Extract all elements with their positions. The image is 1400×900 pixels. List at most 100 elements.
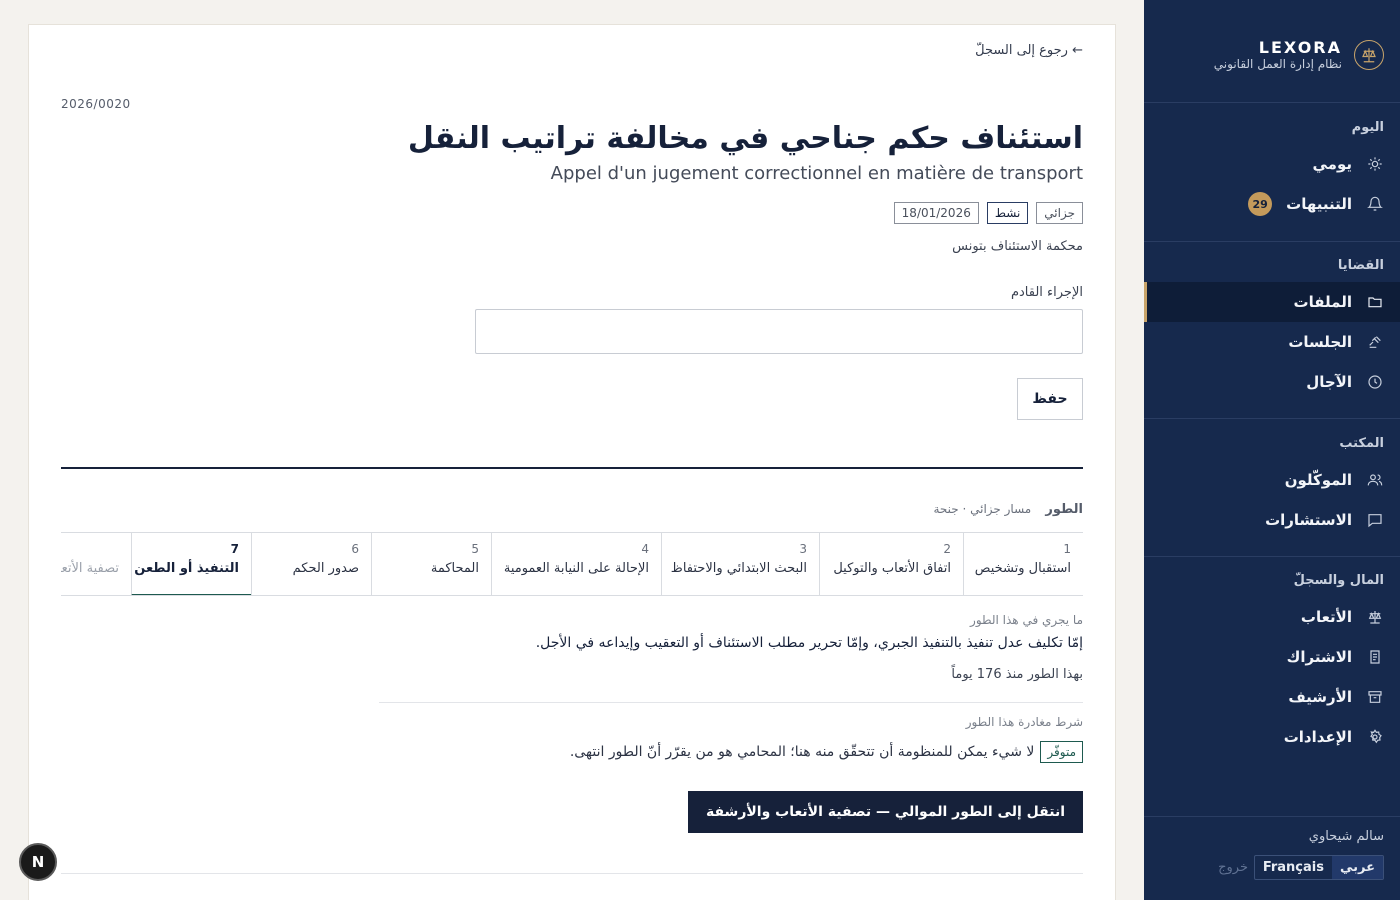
step-label: التنفيذ أو الطعن — [134, 561, 239, 576]
lang-ar-button[interactable]: عربي — [1331, 856, 1383, 879]
exit-condition-badge: متوفّر — [1040, 741, 1083, 763]
language-switcher: عربي Français — [1253, 855, 1384, 880]
sidebar-footer: سالم شيحاوي عربي Français خروج — [1144, 816, 1400, 900]
sidebar-item-label: الإعدادات — [1283, 728, 1352, 746]
step-4[interactable]: 4 الإحالة على النيابة العمومية — [491, 533, 661, 595]
scales-icon — [1366, 608, 1384, 626]
case-title-fr: Appel d'un jugement correctionnel en mat… — [550, 163, 1083, 184]
section-finance: المال والسجلّ — [1293, 573, 1384, 588]
next-action-label: الإجراء القادم — [1010, 285, 1083, 300]
exit-condition-text: لا شيء يمكن للمنظومة أن تتحقّق منه هنا؛ … — [569, 744, 1035, 760]
divider — [61, 873, 1083, 874]
phase-description-text: إمّا تكليف عدل تنفيذ بالتنفيذ الجبري، وإ… — [535, 635, 1083, 651]
divider — [1144, 418, 1400, 419]
sidebar-item-archive[interactable]: الأرشيف — [1144, 677, 1400, 717]
sidebar-item-label: الجلسات — [1288, 333, 1352, 351]
users-icon — [1366, 471, 1384, 489]
sidebar-item-subscription[interactable]: الاشتراك — [1144, 637, 1400, 677]
section-today: اليوم — [1351, 120, 1384, 135]
step-label: المحاكمة — [430, 561, 479, 576]
section-cases: القضايا — [1337, 258, 1384, 273]
gavel-icon — [1366, 333, 1384, 351]
next-action-input[interactable] — [475, 309, 1083, 354]
tag-category: جزائي — [1036, 202, 1083, 224]
sidebar: LEXORA نظام إدارة العمل القانوني اليوم ي… — [1144, 0, 1400, 900]
sidebar-item-label: الموكّلون — [1284, 471, 1352, 489]
alerts-count-badge: 29 — [1248, 192, 1273, 216]
phase-subtitle: مسار جزائي · جنحة — [933, 502, 1032, 516]
document-icon — [1366, 648, 1384, 666]
sidebar-item-label: الأرشيف — [1288, 688, 1352, 706]
next-phase-button[interactable]: انتقل إلى الطور الموالي — تصفية الأتعاب … — [687, 791, 1083, 833]
scales-logo-icon — [1354, 40, 1384, 70]
divider — [1144, 102, 1400, 103]
save-button[interactable]: حفظ — [1017, 378, 1083, 420]
step-number: 3 — [799, 542, 807, 556]
step-number: 1 — [1063, 542, 1071, 556]
phase-header: الطور مسار جزائي · جنحة — [933, 502, 1083, 517]
case-detail-card: ← رجوع إلى السجلّ 2026/0020 استئناف حكم … — [28, 24, 1116, 900]
tag-date: 18/01/2026 — [893, 202, 979, 224]
step-1[interactable]: 1 استقبال وتشخيص — [963, 533, 1083, 595]
phase-description-label: ما يجري في هذا الطور — [970, 613, 1083, 627]
case-title-ar: استئناف حكم جناحي في مخالفة تراتيب النقل — [407, 121, 1083, 156]
back-to-registry-link[interactable]: ← رجوع إلى السجلّ — [975, 43, 1083, 58]
step-number: 2 — [943, 542, 951, 556]
sidebar-item-clients[interactable]: الموكّلون — [1144, 460, 1400, 500]
sidebar-item-label: التنبيهات — [1286, 195, 1352, 213]
divider — [1144, 241, 1400, 242]
sidebar-item-hearings[interactable]: الجلسات — [1144, 322, 1400, 362]
sidebar-item-deadlines[interactable]: الآجال — [1144, 362, 1400, 402]
divider — [61, 467, 1083, 469]
case-number: 2026/0020 — [61, 97, 131, 111]
brand-name: LEXORA — [1258, 38, 1342, 57]
step-5[interactable]: 5 المحاكمة — [371, 533, 491, 595]
sidebar-item-daily[interactable]: يومي — [1144, 144, 1400, 184]
sidebar-item-label: الاستشارات — [1265, 511, 1352, 529]
brand: LEXORA نظام إدارة العمل القانوني — [1200, 38, 1384, 78]
sidebar-item-consultations[interactable]: الاستشارات — [1144, 500, 1400, 540]
step-3[interactable]: 3 البحث الابتدائي والاحتفاظ — [661, 533, 819, 595]
step-label: اتفاق الأتعاب والتوكيل — [833, 561, 951, 576]
message-icon — [1366, 511, 1384, 529]
sidebar-item-label: الأتعاب — [1300, 608, 1352, 626]
sidebar-item-label: الملفات — [1293, 293, 1352, 311]
user-name: سالم شيحاوي — [1308, 829, 1384, 844]
dev-tools-button[interactable]: N — [19, 843, 57, 881]
step-number: 7 — [230, 542, 239, 556]
sidebar-item-label: يومي — [1312, 155, 1353, 173]
phase-stepper: 1 استقبال وتشخيص 2 اتفاق الأتعاب والتوكي… — [61, 532, 1083, 596]
sidebar-item-label: الاشتراك — [1286, 648, 1352, 666]
sidebar-item-fees[interactable]: الأتعاب — [1144, 597, 1400, 637]
bell-icon — [1366, 195, 1384, 213]
logout-link[interactable]: خروج — [1218, 860, 1248, 875]
sun-icon — [1366, 155, 1384, 173]
sidebar-item-label: الآجال — [1306, 373, 1352, 391]
sidebar-item-alerts[interactable]: التنبيهات 29 — [1144, 184, 1400, 224]
brand-subtitle: نظام إدارة العمل القانوني — [1213, 57, 1342, 71]
step-8[interactable]: تصفية الأتعاب والأرشفة — [61, 533, 131, 595]
section-office: المكتب — [1339, 436, 1384, 451]
step-label: استقبال وتشخيص — [974, 561, 1071, 576]
step-6[interactable]: 6 صدور الحكم — [251, 533, 371, 595]
folder-icon — [1366, 293, 1384, 311]
tag-status: نشط — [986, 202, 1029, 224]
case-tags: جزائي نشط 18/01/2026 — [893, 202, 1083, 224]
exit-condition-label: شرط مغادرة هذا الطور — [965, 715, 1083, 729]
step-label: الإحالة على النيابة العمومية — [503, 561, 649, 576]
clock-icon — [1366, 373, 1384, 391]
lang-fr-button[interactable]: Français — [1255, 856, 1332, 879]
step-label: البحث الابتدائي والاحتفاظ — [670, 561, 807, 576]
court-name: محكمة الاستئناف بتونس — [952, 239, 1083, 254]
divider — [379, 702, 1083, 703]
step-label: تصفية الأتعاب والأرشفة — [61, 561, 119, 576]
step-number: 4 — [641, 542, 649, 556]
step-2[interactable]: 2 اتفاق الأتعاب والتوكيل — [819, 533, 963, 595]
step-7-active[interactable]: 7 التنفيذ أو الطعن — [131, 533, 251, 595]
step-label: صدور الحكم — [292, 561, 359, 576]
gear-icon — [1366, 728, 1384, 746]
sidebar-item-settings[interactable]: الإعدادات — [1144, 717, 1400, 757]
phase-duration: بهذا الطور منذ 176 يوماً — [951, 667, 1083, 682]
sidebar-item-files[interactable]: الملفات — [1144, 282, 1400, 322]
exit-condition-row: متوفّر لا شيء يمكن للمنظومة أن تتحقّق من… — [570, 741, 1083, 763]
